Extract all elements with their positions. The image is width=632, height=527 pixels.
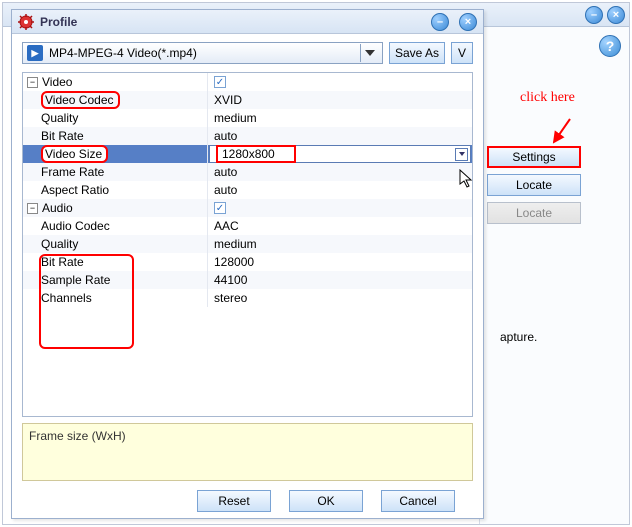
save-as-button[interactable]: Save As bbox=[389, 42, 445, 64]
video-size-dropdown-icon[interactable] bbox=[455, 148, 468, 161]
ok-button[interactable]: OK bbox=[289, 490, 363, 512]
main-minimize-button[interactable]: – bbox=[585, 6, 603, 24]
video-file-icon: ▶ bbox=[27, 45, 43, 61]
video-codec-value: XVID bbox=[208, 91, 472, 109]
reset-button[interactable]: Reset bbox=[197, 490, 271, 512]
video-enable-checkbox[interactable]: ✓ bbox=[214, 76, 226, 88]
cancel-button[interactable]: Cancel bbox=[381, 490, 455, 512]
video-framerate-value: auto bbox=[208, 163, 472, 181]
audio-quality-value: medium bbox=[208, 235, 472, 253]
profile-combo-value: MP4-MPEG-4 Video(*.mp4) bbox=[49, 46, 360, 60]
main-window: – × ? click here Settings Locate Locate … bbox=[2, 2, 630, 525]
dialog-title: Profile bbox=[40, 15, 77, 29]
collapse-icon[interactable]: − bbox=[27, 77, 38, 88]
row-audio-samplerate[interactable]: Sample Rate 44100 bbox=[23, 271, 472, 289]
row-video-size-selected[interactable]: Video Size 1280x800 bbox=[23, 145, 472, 163]
video-quality-label: Quality bbox=[23, 109, 208, 127]
row-audio-quality[interactable]: Quality medium bbox=[23, 235, 472, 253]
video-bitrate-label: Bit Rate bbox=[23, 127, 208, 145]
group-label: Video bbox=[42, 75, 72, 89]
row-audio-channels[interactable]: Channels stereo bbox=[23, 289, 472, 307]
chevron-down-icon bbox=[360, 44, 378, 62]
locate-button[interactable]: Locate bbox=[487, 174, 581, 196]
row-video-aspect[interactable]: Aspect Ratio auto bbox=[23, 181, 472, 199]
audio-bitrate-label: Bit Rate bbox=[23, 253, 208, 271]
audio-codec-label: Audio Codec bbox=[23, 217, 208, 235]
hint-panel: Frame size (WxH) bbox=[22, 423, 473, 481]
dialog-footer: Reset OK Cancel bbox=[12, 490, 483, 512]
audio-codec-value: AAC bbox=[208, 217, 472, 235]
dialog-close-button[interactable]: × bbox=[459, 13, 477, 31]
video-size-label: Video Size bbox=[41, 145, 108, 163]
audio-samplerate-label: Sample Rate bbox=[23, 271, 208, 289]
audio-channels-label: Channels bbox=[23, 289, 208, 307]
group-label: Audio bbox=[42, 201, 73, 215]
row-audio-codec[interactable]: Audio Codec AAC bbox=[23, 217, 472, 235]
profile-dialog: Profile – × ▶ MP4-MPEG-4 Video(*.mp4) Sa… bbox=[11, 9, 484, 519]
audio-bitrate-value: 128000 bbox=[208, 253, 472, 271]
audio-channels-value: stereo bbox=[208, 289, 472, 307]
audio-quality-label: Quality bbox=[23, 235, 208, 253]
row-video-framerate[interactable]: Frame Rate auto bbox=[23, 163, 472, 181]
dialog-titlebar[interactable]: Profile – × bbox=[12, 10, 483, 34]
row-video-codec[interactable]: Video Codec XVID bbox=[23, 91, 472, 109]
main-close-button[interactable]: × bbox=[607, 6, 625, 24]
row-video-bitrate[interactable]: Bit Rate auto bbox=[23, 127, 472, 145]
text-fragment: apture. bbox=[500, 330, 537, 344]
gear-icon bbox=[18, 14, 34, 30]
profile-combo[interactable]: ▶ MP4-MPEG-4 Video(*.mp4) bbox=[22, 42, 383, 64]
v-button[interactable]: V bbox=[451, 42, 473, 64]
row-video-quality[interactable]: Quality medium bbox=[23, 109, 472, 127]
dialog-minimize-button[interactable]: – bbox=[431, 13, 449, 31]
video-size-value: 1280x800 bbox=[216, 145, 296, 163]
collapse-icon[interactable]: − bbox=[27, 203, 38, 214]
settings-button[interactable]: Settings bbox=[487, 146, 581, 168]
audio-enable-checkbox[interactable]: ✓ bbox=[214, 202, 226, 214]
video-bitrate-value: auto bbox=[208, 127, 472, 145]
help-icon[interactable]: ? bbox=[599, 35, 621, 57]
audio-samplerate-value: 44100 bbox=[208, 271, 472, 289]
audio-group-header[interactable]: −Audio ✓ bbox=[23, 199, 472, 217]
video-group-header[interactable]: −Video ✓ bbox=[23, 73, 472, 91]
video-framerate-label: Frame Rate bbox=[23, 163, 208, 181]
right-panel: ? click here Settings Locate Locate aptu… bbox=[479, 27, 629, 524]
row-audio-bitrate[interactable]: Bit Rate 128000 bbox=[23, 253, 472, 271]
video-quality-value: medium bbox=[208, 109, 472, 127]
video-aspect-value: auto bbox=[208, 181, 472, 199]
video-aspect-label: Aspect Ratio bbox=[23, 181, 208, 199]
video-codec-label: Video Codec bbox=[41, 91, 120, 109]
annotation-click-here: click here bbox=[520, 90, 575, 106]
locate-button-disabled: Locate bbox=[487, 202, 581, 224]
settings-grid: −Video ✓ Video Codec XVID Quality medium… bbox=[22, 72, 473, 417]
annotation-arrow-icon bbox=[548, 117, 578, 147]
